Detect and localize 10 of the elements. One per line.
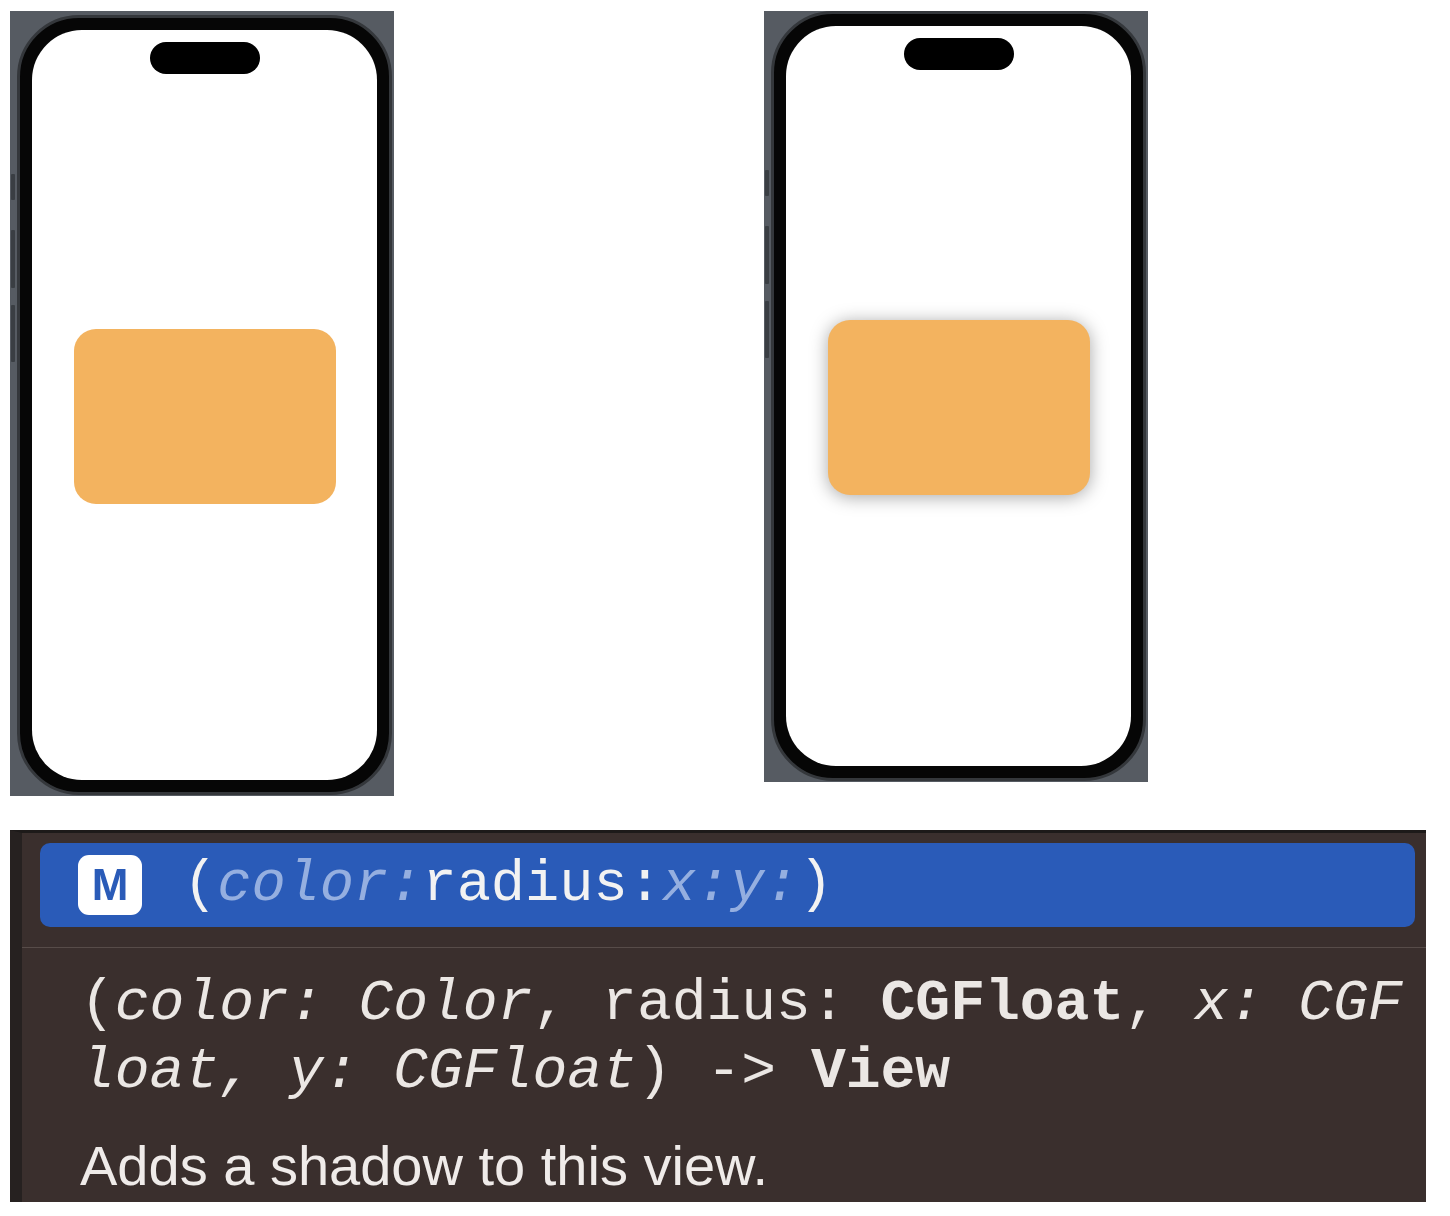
phone-side-key	[11, 305, 15, 362]
phone-side-key	[11, 230, 15, 288]
phone-side-key	[765, 301, 769, 358]
phone-side-key	[765, 170, 769, 196]
description-text: Adds a shadow to this view.	[80, 1134, 768, 1198]
phone-side-key	[765, 226, 769, 284]
method-badge: M	[78, 855, 142, 915]
signature-text: (color: Color, radius: CGFloat, x: CGFloat, y: CGFloat) -> View	[80, 970, 1404, 1106]
suggestion-row[interactable]: M (color:radius:x:y:)	[40, 843, 1415, 927]
phone-side-key	[11, 174, 15, 200]
